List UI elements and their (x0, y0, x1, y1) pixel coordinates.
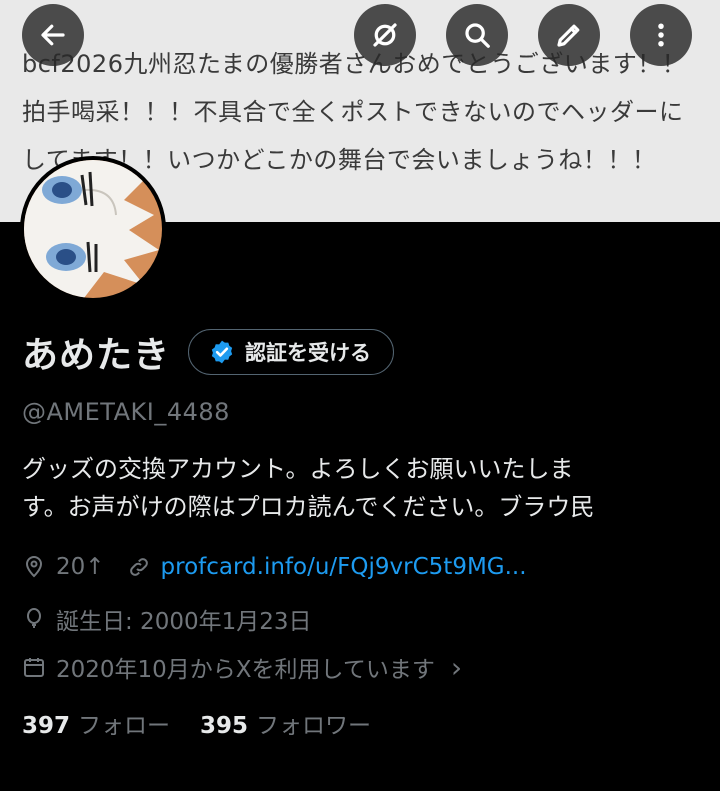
search-icon (465, 23, 490, 48)
name-row: あめたき 認証を受ける (22, 326, 395, 378)
avatar-image (24, 160, 162, 298)
hide-button[interactable] (354, 4, 416, 66)
back-icon (41, 24, 65, 46)
followers-label: フォロワー (256, 713, 372, 739)
more-button[interactable] (630, 4, 692, 66)
balloon-icon (27, 608, 41, 628)
birthday-text: 誕生日: 2000年1月23日 (56, 609, 312, 635)
link-icon (129, 558, 148, 576)
following-count: 397 (22, 713, 71, 739)
edit-icon (557, 24, 580, 47)
more-icon (658, 23, 664, 47)
banner-text: bcf2026九州忍たまの優勝者さんおめでとうございます！！ 拍手喝采！！！不具… (22, 50, 687, 174)
avatar[interactable] (20, 156, 166, 302)
user-handle: @AMETAKI_4488 (22, 398, 230, 426)
follow-stats: 397 フォロー 395 フォロワー (22, 706, 371, 740)
hide-icon (373, 23, 397, 47)
calendar-icon (24, 658, 44, 677)
verified-badge-icon (211, 340, 233, 364)
location-row: 20↑ profcard.info/u/FQj9vrC5t9MG... (22, 554, 527, 580)
following-link[interactable]: 397 フォロー (22, 706, 170, 740)
joined-row[interactable]: 2020年10月からXを利用しています › (22, 650, 462, 684)
edit-button[interactable] (538, 4, 600, 66)
joined-text: 2020年10月からXを利用しています (56, 657, 435, 683)
get-verified-label: 認証を受ける (245, 341, 372, 365)
birthday-row: 誕生日: 2000年1月23日 (22, 602, 312, 636)
back-button[interactable] (22, 4, 84, 66)
location-text: 20↑ (56, 554, 105, 580)
profile-link[interactable]: profcard.info/u/FQj9vrC5t9MG... (161, 554, 527, 580)
search-button[interactable] (446, 4, 508, 66)
display-name: あめたき (22, 335, 171, 376)
followers-count: 395 (200, 713, 249, 739)
get-verified-button[interactable]: 認証を受ける (188, 329, 395, 375)
chevron-right-icon: › (450, 650, 463, 684)
following-label: フォロー (78, 713, 171, 739)
followers-link[interactable]: 395 フォロワー (200, 706, 371, 740)
bio: グッズの交換アカウント。よろしくお願いいたしま す。お声がけの際はプロカ読んでく… (22, 455, 595, 521)
location-icon (25, 556, 43, 578)
